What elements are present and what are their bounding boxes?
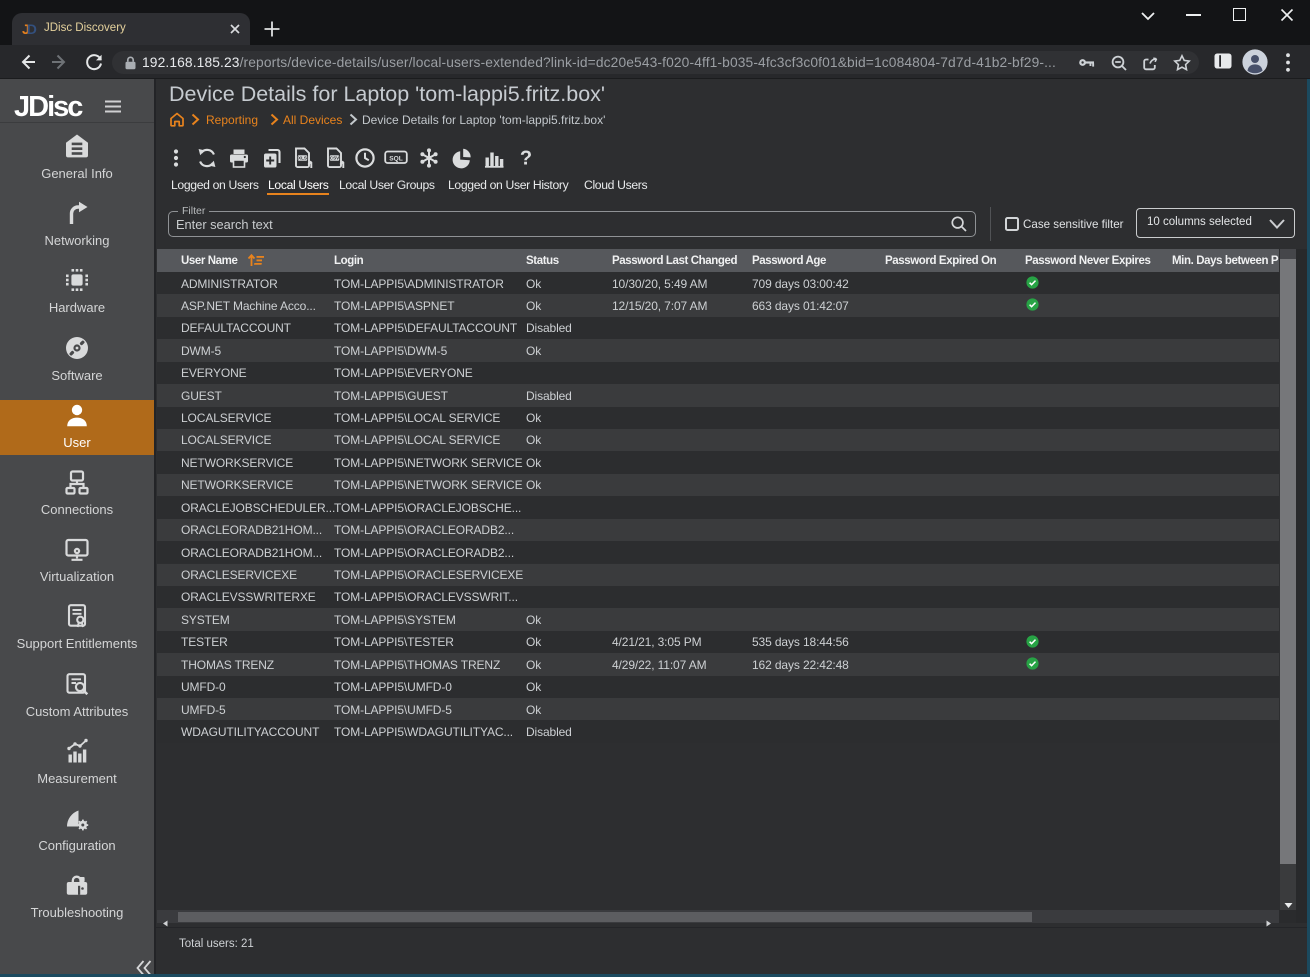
svg-text:?: ? — [520, 148, 532, 170]
svg-text:SQL: SQL — [389, 156, 403, 163]
svg-text:CSV: CSV — [330, 156, 340, 161]
svg-text:XLS: XLS — [298, 156, 307, 161]
